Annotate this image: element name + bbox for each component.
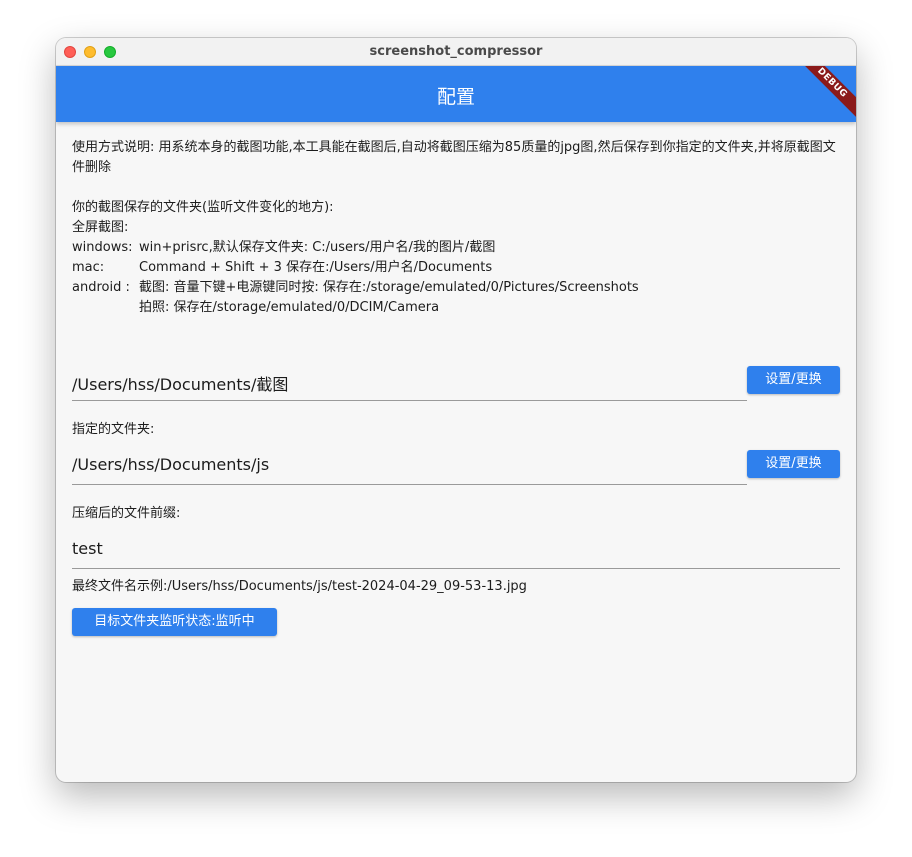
android-key: android : — [72, 280, 130, 295]
screenshot-folder-field[interactable]: /Users/hss/Documents/截图 — [72, 361, 747, 401]
mac-info-row: mac: Command + Shift + 3 保存在:/Users/用户名/D… — [72, 258, 840, 278]
mac-value: Command + Shift + 3 保存在:/Users/用户名/Docum… — [139, 260, 493, 275]
screenshot-folder-heading: 你的截图保存的文件夹(监听文件变化的地方): — [72, 200, 334, 215]
target-folder-set-button[interactable]: 设置/更换 — [747, 450, 840, 478]
app-window: screenshot_compressor 配置 DEBUG 使用方式说明: 用… — [56, 38, 856, 782]
android-camera-value: 拍照: 保存在/storage/emulated/0/DCIM/Camera — [139, 300, 440, 315]
target-folder-label: 指定的文件夹: — [72, 422, 155, 437]
screenshot-folder-set-button[interactable]: 设置/更换 — [747, 366, 840, 394]
android-screenshot-value: 截图: 音量下键+电源键同时按: 保存在:/storage/emulated/0… — [139, 280, 639, 295]
prefix-value: test — [72, 539, 103, 558]
prefix-label: 压缩后的文件前缀: — [72, 506, 181, 521]
fullscreen-label: 全屏截图: — [72, 220, 129, 235]
mac-key: mac: — [72, 260, 105, 275]
windows-info-row: windows: win+prisrc,默认保存文件夹: C:/users/用户名… — [72, 238, 840, 258]
monitor-status-button[interactable]: 目标文件夹监听状态:监听中 — [72, 608, 277, 636]
page-title: 配置 — [436, 86, 475, 108]
windows-value: win+prisrc,默认保存文件夹: C:/users/用户名/我的图片/截图 — [139, 240, 496, 255]
target-folder-value: /Users/hss/Documents/js — [72, 455, 270, 474]
target-folder-field[interactable]: /Users/hss/Documents/js — [72, 445, 747, 485]
window-titlebar[interactable]: screenshot_compressor — [56, 38, 856, 66]
android-camera-row: 拍照: 保存在/storage/emulated/0/DCIM/Camera — [72, 298, 840, 318]
filename-example: 最终文件名示例:/Users/hss/Documents/js/test-202… — [72, 579, 527, 594]
window-title: screenshot_compressor — [369, 44, 543, 59]
usage-description: 使用方式说明: 用系统本身的截图功能,本工具能在截图后,自动将截图压缩为85质量… — [72, 140, 836, 175]
prefix-input[interactable]: test — [72, 529, 840, 569]
android-info-row: android : 截图: 音量下键+电源键同时按: 保存在:/storage/e… — [72, 278, 840, 298]
app-bar: 配置 DEBUG — [56, 66, 856, 122]
screenshot-folder-value: /Users/hss/Documents/截图 — [72, 375, 289, 394]
windows-key: windows: — [72, 240, 133, 255]
screenshot-info: 你的截图保存的文件夹(监听文件变化的地方): 全屏截图: windows: win… — [72, 198, 840, 318]
